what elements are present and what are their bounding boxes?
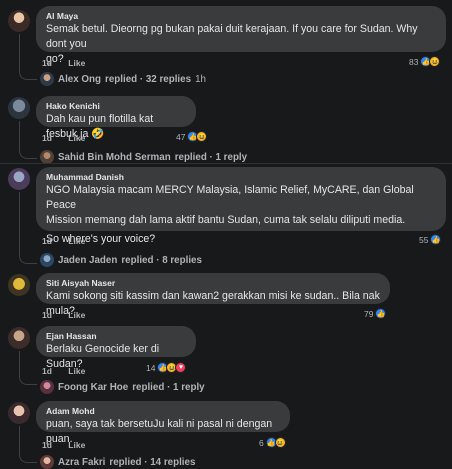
reaction-summary[interactable]: 14 👍 😆 ♥ <box>146 362 187 373</box>
like-button[interactable]: Like <box>68 58 85 68</box>
replier-name: Sahid Bin Mohd Serman <box>58 151 171 163</box>
comment-actions: 1d Like <box>42 58 99 68</box>
comment-actions: 1d Like <box>42 366 99 376</box>
like-button[interactable]: Like <box>68 236 85 246</box>
avatar <box>40 150 54 164</box>
replier-name: Azra Fakri <box>58 456 106 468</box>
view-replies[interactable]: Azra Fakri replied · 14 replies <box>40 455 195 469</box>
comment-actions: 1d Like <box>42 310 99 320</box>
replier-name: Foong Kar Hoe <box>58 381 129 393</box>
comment-text-line: NGO Malaysia macam MERCY Malaysia, Islam… <box>46 184 414 211</box>
comment-text-line: Mission memang dah lama aktif bantu Suda… <box>46 214 406 226</box>
avatar <box>40 253 54 267</box>
comment-bubble: Hako Kenichi Dah kau pun flotilla kat fe… <box>36 96 196 140</box>
comment-bubble: Adam Mohd puan, saya tak bersetuJu kali … <box>36 401 290 445</box>
comment-time[interactable]: 1d <box>42 236 52 246</box>
haha-icon: 😆 <box>429 56 441 67</box>
reaction-summary[interactable]: 55 👍 <box>419 234 442 245</box>
comment-text-line: So where's your voice? <box>46 233 156 245</box>
avatar[interactable] <box>8 402 30 424</box>
comment-author[interactable]: Ejan Hassan <box>46 331 186 342</box>
avatar[interactable] <box>8 168 30 190</box>
like-icon: 👍 <box>430 234 442 245</box>
avatar <box>40 380 54 394</box>
comment-author[interactable]: Adam Mohd <box>46 406 280 417</box>
view-replies[interactable]: Foong Kar Hoe replied · 1 reply <box>40 380 205 394</box>
reply-time: 1h <box>195 73 206 85</box>
reaction-summary[interactable]: 79 👍 <box>364 308 387 319</box>
comment-author[interactable]: Siti Aisyah Naser <box>46 278 380 289</box>
like-icon: 👍 <box>375 308 387 319</box>
comment-actions: 1d Like <box>42 440 99 450</box>
reaction-count: 55 <box>419 234 429 245</box>
comment-time[interactable]: 1d <box>42 58 52 68</box>
comment-time[interactable]: 1d <box>42 440 52 450</box>
comment-bubble: Ejan Hassan Berlaku Genocide ker di Suda… <box>36 326 196 370</box>
view-replies[interactable]: Jaden Jaden replied · 8 replies <box>40 253 202 267</box>
comment-text-line: go? <box>46 53 64 65</box>
reply-count: replied · 1 reply <box>174 151 248 163</box>
avatar <box>40 455 54 469</box>
reply-count: replied · 14 replies <box>109 456 196 468</box>
divider <box>0 163 452 164</box>
replier-name: Jaden Jaden <box>58 254 118 266</box>
comment-author[interactable]: Muhammad Danish <box>46 172 436 183</box>
love-icon: ♥ <box>175 362 187 373</box>
reaction-summary[interactable]: 83 👍 😆 <box>409 56 441 67</box>
like-button[interactable]: Like <box>68 440 85 450</box>
reaction-summary[interactable]: 6 👍 😆 <box>259 437 286 448</box>
reaction-count: 14 <box>146 362 156 373</box>
comment-time[interactable]: 1d <box>42 133 52 143</box>
like-button[interactable]: Like <box>68 310 85 320</box>
reaction-count: 47 <box>176 131 186 142</box>
avatar[interactable] <box>8 274 30 296</box>
haha-icon: 😆 <box>274 437 286 448</box>
comment-time[interactable]: 1d <box>42 310 52 320</box>
like-button[interactable]: Like <box>68 133 85 143</box>
reply-count: replied · 8 replies <box>121 254 202 266</box>
haha-icon: 😆 <box>196 131 208 142</box>
replier-name: Alex Ong <box>58 73 102 85</box>
reaction-count: 6 <box>259 437 264 448</box>
comment-author[interactable]: Al Maya <box>46 11 436 22</box>
avatar[interactable] <box>8 97 30 119</box>
comment-actions: 1d Like <box>42 133 99 143</box>
reaction-count: 79 <box>364 308 374 319</box>
view-replies[interactable]: Sahid Bin Mohd Serman replied · 1 reply <box>40 150 247 164</box>
avatar[interactable] <box>8 327 30 349</box>
reaction-summary[interactable]: 47 👍 😆 <box>176 131 208 142</box>
comment-author[interactable]: Hako Kenichi <box>46 101 186 112</box>
avatar[interactable] <box>8 10 30 32</box>
comment-time[interactable]: 1d <box>42 366 52 376</box>
like-button[interactable]: Like <box>68 366 85 376</box>
reply-count: replied · 1 reply <box>132 381 205 393</box>
comment-bubble: Muhammad Danish NGO Malaysia macam MERCY… <box>36 167 446 245</box>
comment-bubble: Al Maya Semak betul. Dieorng pg bukan pa… <box>36 6 446 65</box>
avatar <box>40 72 54 86</box>
reaction-count: 83 <box>409 56 419 67</box>
comment-actions: 1d Like <box>42 236 99 246</box>
comment-text-line: Semak betul. Dieorng pg bukan pakai duit… <box>46 23 418 50</box>
comment-bubble: Siti Aisyah Naser Kami sokong siti kassi… <box>36 273 390 317</box>
reply-count: replied · 32 replies <box>105 73 192 85</box>
view-replies[interactable]: Alex Ong replied · 32 replies 1h <box>40 72 206 86</box>
